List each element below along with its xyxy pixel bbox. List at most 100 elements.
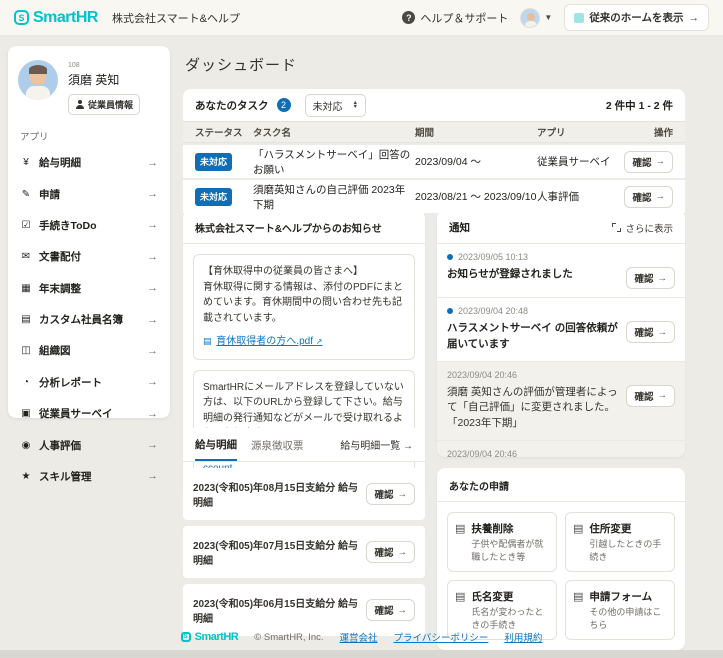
applications-title: あなたの申請 <box>437 468 685 502</box>
arrow-right-icon: → <box>147 219 158 232</box>
payslips-panel: 給与明細 源泉徴収票 給与明細一覧 → 2023(令和05)年08月15日支給分… <box>183 428 425 636</box>
payslip-list-link[interactable]: 給与明細一覧 → <box>340 437 413 452</box>
arrow-right-icon: → <box>147 470 158 483</box>
task-filter-select[interactable]: 未対応 ▲ ▼ <box>304 93 366 117</box>
tasks-pagination-label: 2 件中 1 - 2 件 <box>605 99 673 112</box>
hr-evaluation-icon: ◉ <box>21 439 31 451</box>
tab-payslips[interactable]: 給与明細 <box>195 428 237 461</box>
person-icon <box>75 100 84 109</box>
footer-link-terms[interactable]: 利用規約 <box>504 630 542 644</box>
help-support-label: ヘルプ＆サポート <box>420 12 509 25</box>
chevron-down-icon: ▼ <box>544 13 553 22</box>
legacy-home-label: 従来のホームを表示 <box>589 12 684 24</box>
arrow-right-icon: → <box>147 313 158 326</box>
tasks-title: あなたのタスク <box>195 99 269 112</box>
confirm-button[interactable]: 確認 → <box>366 483 415 505</box>
arrow-right-icon: → <box>397 604 408 616</box>
expand-icon <box>612 223 622 232</box>
document-delivery-icon: ✉ <box>21 251 31 263</box>
footer-link-privacy[interactable]: プライバシーポリシー <box>394 630 489 644</box>
company-name: 株式会社スマート&ヘルプ <box>111 12 240 25</box>
sidebar-item-payslip[interactable]: ¥ 給与明細 → <box>18 147 160 178</box>
task-app: 従業員サーベイ <box>537 156 611 168</box>
sidebar-item-evaluation[interactable]: ◉ 人事評価 → <box>18 429 160 460</box>
status-badge: 未対応 <box>195 152 233 171</box>
confirm-button[interactable]: 確認 → <box>624 185 673 208</box>
footer-logo: S SmartHR <box>180 631 239 643</box>
notification-text: 須磨 英知さんの評価が管理者によって「自己評価」に変更されました。「2023年下… <box>447 385 618 430</box>
notification-text: ハラスメントサーベイ の回答依頼が届いています <box>447 322 618 350</box>
user-avatar <box>520 7 541 28</box>
payslip-icon: ¥ <box>23 157 29 169</box>
sidebar-item-application[interactable]: ✎ 申請 → <box>18 178 160 209</box>
legacy-home-button[interactable]: 従来のホームを表示 → <box>564 4 709 31</box>
smarthr-logo-icon: S <box>180 632 191 642</box>
show-more-link[interactable]: さらに表示 <box>612 221 673 235</box>
status-badge: 未対応 <box>195 187 233 206</box>
notification-time: 2023/09/05 10:13 <box>458 252 529 262</box>
task-name: 「ハラスメントサーベイ」回答のお願い <box>253 148 411 176</box>
document-icon: ▤ <box>455 523 466 535</box>
arrow-right-icon: → <box>657 272 668 284</box>
list-item: 2023(令和05)年08月15日支給分 給与明細 確認 → <box>183 468 425 520</box>
copyright: © SmartHR, Inc. <box>254 631 324 643</box>
sidebar-item-year-end[interactable]: ▦ 年末調整 → <box>18 273 160 304</box>
notification-time: 2023/09/04 20:48 <box>458 306 529 316</box>
arrow-right-icon: → <box>147 188 158 201</box>
confirm-button[interactable]: 確認 → <box>366 599 415 621</box>
employee-survey-icon: ▣ <box>21 408 31 420</box>
notifications-title: 通知 <box>449 222 470 234</box>
document-icon: ▤ <box>455 591 466 604</box>
task-name: 須磨英知さんの自己評価 2023年下期 <box>253 183 406 211</box>
sidebar-item-custom-roster[interactable]: ▤ カスタム社員名簿 → <box>18 304 160 335</box>
notification-item: 2023/09/04 20:46 「2023年下期」の評価がはじまりました。 確… <box>437 440 685 457</box>
skill-management-icon: ★ <box>21 470 31 482</box>
notification-time: 2023/09/04 20:46 <box>447 448 518 457</box>
your-applications-panel: あなたの申請 ▤ 扶養削除 子供や配偶者が就職したとき等 ▤ 住所変更 引越したとき… <box>437 468 685 651</box>
smarthr-logo-text: SmartHR <box>33 8 98 26</box>
sidebar-item-org-chart[interactable]: ◫ 組織図 → <box>18 335 160 366</box>
notification-item: 2023/09/04 20:48 ハラスメントサーベイ の回答依頼が届いています… <box>437 298 685 362</box>
page-title: ダッシュボード <box>185 57 298 74</box>
arrow-right-icon: → <box>147 439 158 452</box>
analytics-report-icon: ◔ <box>22 376 30 388</box>
sidebar-item-survey[interactable]: ▣ 従業員サーベイ → <box>18 398 160 429</box>
arrow-right-icon: → <box>397 546 408 558</box>
sidebar-item-analytics[interactable]: ◔ 分析レポート → <box>18 367 160 398</box>
table-row: 未対応 「ハラスメントサーベイ」回答のお願い 2023/09/04 ～ 従業員サ… <box>183 145 685 178</box>
sidebar-item-document-delivery[interactable]: ✉ 文書配付 → <box>18 241 160 272</box>
tab-withholding[interactable]: 源泉徴収票 <box>251 429 304 460</box>
confirm-button[interactable]: 確認 → <box>366 541 415 563</box>
smarthr-logo[interactable]: S SmartHR <box>14 9 98 27</box>
arrow-right-icon: → <box>147 376 158 389</box>
help-support-link[interactable]: ? ヘルプ＆サポート <box>402 10 508 26</box>
pdf-link[interactable]: 育休取得者の方へ.pdf ↗ <box>216 336 322 347</box>
user-menu[interactable]: ▼ <box>520 7 553 28</box>
profile-avatar <box>18 60 58 100</box>
employee-info-button[interactable]: 従業員情報 <box>68 94 141 115</box>
application-card-dependent-removal[interactable]: ▤ 扶養削除 子供や配偶者が就職したとき等 <box>447 512 557 573</box>
task-period: 2023/08/21 ～ 2023/09/10 <box>415 191 537 203</box>
confirm-button[interactable]: 確認 → <box>626 384 675 407</box>
confirm-button[interactable]: 確認 → <box>626 267 675 289</box>
footer: S SmartHR © SmartHR, Inc. 運営会社 プライバシーポリシ… <box>0 630 723 644</box>
todo-icon: ☑ <box>21 219 31 231</box>
year-end-adjustment-icon: ▦ <box>21 282 31 294</box>
application-card-address-change[interactable]: ▤ 住所変更 引越したときの手続き <box>565 512 675 573</box>
tasks-table-header: ステータス タスク名 期間 アプリ 操作 <box>183 121 685 143</box>
external-link-icon: ↗ <box>315 337 323 346</box>
payslip-title: 2023(令和05)年06月15日支給分 給与明細 <box>193 599 359 625</box>
sidebar-item-skill[interactable]: ★ スキル管理 → <box>18 461 160 492</box>
arrow-right-icon: → <box>655 156 666 167</box>
confirm-button[interactable]: 確認 → <box>624 150 673 173</box>
announcements-title: 株式会社スマート&ヘルプからのお知らせ <box>183 210 425 244</box>
unread-dot-icon <box>447 308 453 314</box>
employee-name: 須磨 英知 <box>68 73 120 87</box>
custom-roster-icon: ▤ <box>21 314 31 326</box>
confirm-button[interactable]: 確認 → <box>626 321 675 343</box>
table-row: 未対応 須磨英知さんの自己評価 2023年下期 2023/08/21 ～ 202… <box>183 180 685 213</box>
sidebar-item-todo[interactable]: ☑ 手続きToDo → <box>18 210 160 241</box>
arrow-right-icon: → <box>657 390 668 401</box>
footer-link-company[interactable]: 運営会社 <box>340 630 378 644</box>
notification-item: 2023/09/05 10:13 お知らせが登録されました 確認 → <box>437 244 685 298</box>
